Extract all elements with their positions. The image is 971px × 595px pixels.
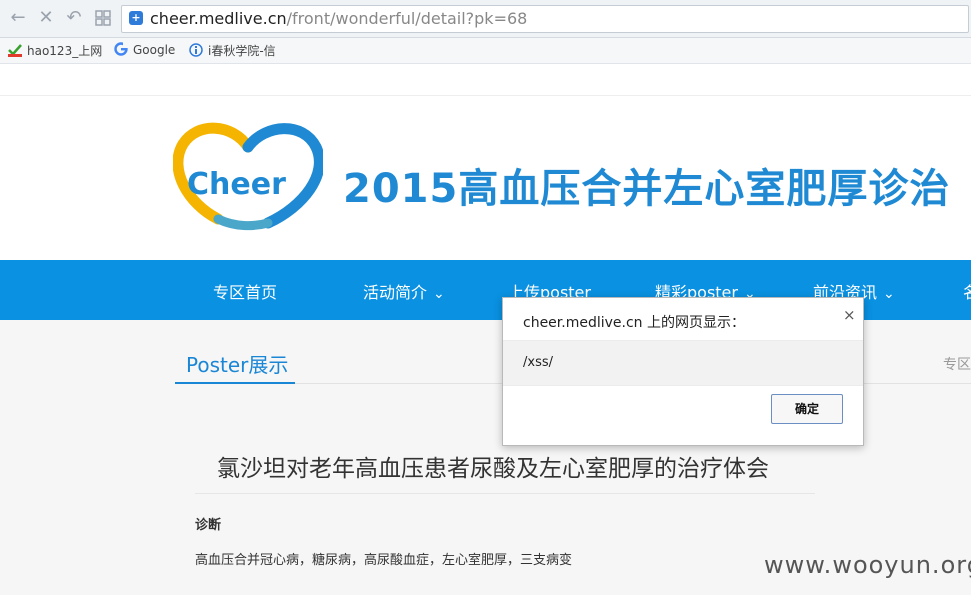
- nav-home[interactable]: 专区首页: [213, 279, 277, 303]
- logo-text: Cheer: [187, 167, 286, 202]
- site-title: 2015高血压合并左心室肥厚诊治: [343, 166, 951, 212]
- bookmark-label: hao123_上网: [27, 44, 103, 58]
- tab-poster[interactable]: Poster展示: [186, 349, 288, 378]
- nav-about[interactable]: 活动简介 ⌄: [363, 279, 445, 303]
- header-divider: [0, 95, 971, 96]
- bookmarks-bar: hao123_上网 Google i春秋学院-信: [0, 38, 971, 64]
- watermark: www.wooyun.org: [764, 551, 971, 579]
- dialog-body: /xss/: [503, 340, 863, 386]
- bookmark-label: i春秋学院-信: [208, 44, 276, 58]
- hao123-icon: [8, 43, 22, 57]
- close-icon[interactable]: ×: [843, 306, 856, 324]
- section-body: 高血压合并冠心病，糖尿病，高尿酸血症，左心室肥厚，三支病变: [195, 553, 573, 568]
- bookmark-google[interactable]: Google: [114, 42, 175, 57]
- browser-toolbar: ← ✕ ↶ + cheer.medlive.cn/front/wonderful…: [0, 0, 971, 38]
- close-icon[interactable]: ✕: [36, 8, 56, 28]
- address-bar[interactable]: + cheer.medlive.cn/front/wonderful/detai…: [121, 5, 969, 33]
- nav-about-label: 活动简介: [363, 283, 428, 302]
- cheer-logo[interactable]: Cheer: [172, 119, 325, 231]
- back-arrow-icon[interactable]: ←: [8, 8, 28, 28]
- article-divider: [195, 493, 815, 494]
- grid-icon[interactable]: [93, 8, 113, 28]
- info-icon: [189, 43, 203, 57]
- url-host: cheer.medlive.cn: [150, 9, 287, 28]
- url-path: /front/wonderful/detail?pk=68: [286, 9, 528, 28]
- url-text: cheer.medlive.cn/front/wonderful/detail?…: [150, 9, 527, 28]
- breadcrumb[interactable]: 专区: [943, 354, 971, 374]
- dialog-message: /xss/: [523, 355, 553, 370]
- shield-icon: +: [129, 11, 143, 25]
- alert-dialog: cheer.medlive.cn 上的网页显示： × /xss/ 确定: [502, 297, 864, 446]
- nav-more[interactable]: 名: [963, 279, 971, 303]
- ok-button[interactable]: 确定: [771, 394, 843, 424]
- chevron-down-icon: ⌄: [433, 286, 445, 302]
- bookmark-hao123[interactable]: hao123_上网: [8, 42, 102, 59]
- section-heading: 诊断: [195, 518, 222, 533]
- google-icon: [114, 42, 128, 56]
- chevron-down-icon: ⌄: [883, 286, 895, 302]
- undo-icon[interactable]: ↶: [64, 8, 84, 28]
- article-title: 氯沙坦对老年高血压患者尿酸及左心室肥厚的治疗体会: [217, 456, 769, 482]
- bookmark-label: Google: [133, 43, 176, 57]
- dialog-title: cheer.medlive.cn 上的网页显示：: [523, 315, 746, 331]
- nav-more-label: 名: [963, 283, 971, 302]
- bookmark-ichunqiu[interactable]: i春秋学院-信: [189, 42, 276, 59]
- active-tab-indicator: [175, 382, 295, 384]
- nav-home-label: 专区首页: [213, 283, 278, 302]
